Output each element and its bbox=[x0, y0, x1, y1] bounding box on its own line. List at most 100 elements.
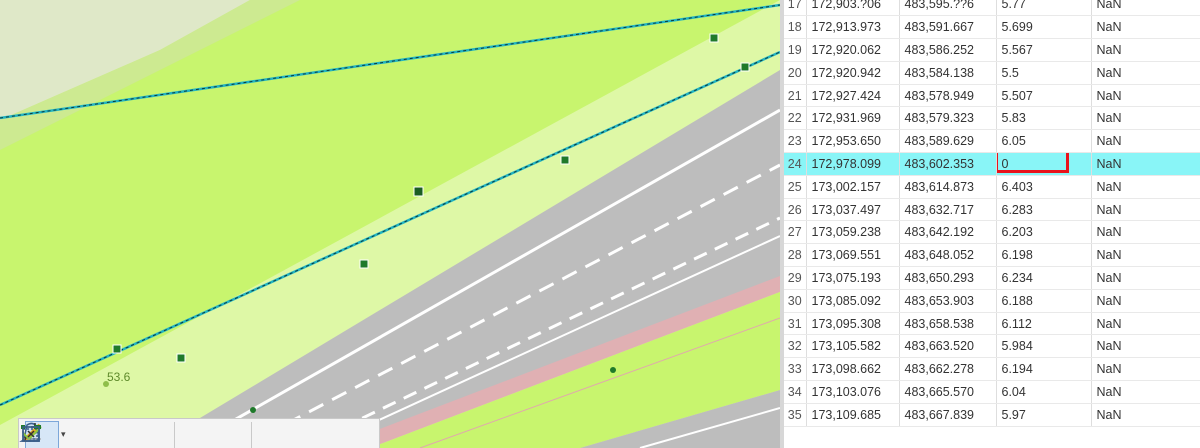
z-cell[interactable]: 5.97 bbox=[996, 403, 1092, 427]
x-cell[interactable]: 173,037.497 bbox=[806, 198, 900, 222]
table-row[interactable]: 23 172,953.650 483,589.629 6.05 NaN bbox=[784, 129, 1200, 154]
x-cell[interactable]: 173,059.238 bbox=[806, 220, 900, 245]
m-cell[interactable]: NaN bbox=[1091, 152, 1200, 176]
check-geometry-button[interactable] bbox=[22, 421, 247, 448]
z-cell-highlighted[interactable]: 0 bbox=[996, 152, 1092, 176]
sketch-pencil-button[interactable] bbox=[22, 421, 170, 448]
x-cell[interactable]: 173,075.193 bbox=[806, 266, 900, 290]
x-cell[interactable]: 173,085.092 bbox=[806, 289, 900, 313]
table-row[interactable]: 19 172,920.062 483,586.252 5.567 NaN bbox=[784, 38, 1200, 62]
table-row[interactable]: 26 173,037.497 483,632.717 6.283 NaN bbox=[784, 198, 1200, 222]
vertex-marker[interactable] bbox=[359, 259, 369, 269]
select-vertices-button[interactable] bbox=[22, 421, 213, 448]
x-cell[interactable]: 172,903.?06 bbox=[806, 0, 900, 17]
z-cell[interactable]: 6.203 bbox=[996, 220, 1092, 245]
x-cell[interactable]: 172,931.969 bbox=[806, 106, 900, 131]
m-cell[interactable]: NaN bbox=[1091, 15, 1200, 40]
x-cell[interactable]: 172,927.424 bbox=[806, 84, 900, 108]
m-cell[interactable]: NaN bbox=[1091, 175, 1200, 199]
x-cell[interactable]: 173,105.582 bbox=[806, 334, 900, 359]
m-cell[interactable]: NaN bbox=[1091, 84, 1200, 108]
z-cell[interactable]: 6.04 bbox=[996, 380, 1092, 404]
clear-sketch-button[interactable] bbox=[22, 421, 324, 448]
z-cell[interactable]: 6.05 bbox=[996, 129, 1092, 154]
m-cell[interactable]: NaN bbox=[1091, 380, 1200, 404]
table-row[interactable]: 27 173,059.238 483,642.192 6.203 NaN bbox=[784, 220, 1200, 245]
z-cell[interactable]: 6.188 bbox=[996, 289, 1092, 313]
table-row[interactable]: 22 172,931.969 483,579.323 5.83 NaN bbox=[784, 106, 1200, 131]
vertex-marker[interactable] bbox=[176, 353, 186, 363]
y-cell[interactable]: 483,602.353 bbox=[899, 152, 997, 176]
z-cell[interactable]: 6.198 bbox=[996, 243, 1092, 268]
y-cell[interactable]: 483,667.839 bbox=[899, 403, 997, 427]
x-cell[interactable]: 172,978.099 bbox=[806, 152, 900, 176]
m-cell[interactable]: NaN bbox=[1091, 266, 1200, 290]
z-cell[interactable]: 5.77 bbox=[996, 0, 1092, 17]
vertex-marker[interactable] bbox=[740, 62, 750, 72]
table-row[interactable]: 34 173,103.076 483,665.570 6.04 NaN bbox=[784, 380, 1200, 404]
z-cell[interactable]: 5.83 bbox=[996, 106, 1092, 131]
vertex-marker[interactable] bbox=[560, 155, 570, 165]
x-cell[interactable]: 173,109.685 bbox=[806, 403, 900, 427]
table-row[interactable]: 20 172,920.942 483,584.138 5.5 NaN bbox=[784, 61, 1200, 85]
x-cell[interactable]: 172,913.973 bbox=[806, 15, 900, 40]
z-cell[interactable]: 6.234 bbox=[996, 266, 1092, 290]
y-cell[interactable]: 483,591.667 bbox=[899, 15, 997, 40]
y-cell[interactable]: 483,589.629 bbox=[899, 129, 997, 154]
table-row[interactable]: 35 173,109.685 483,667.839 5.97 NaN bbox=[784, 403, 1200, 427]
y-cell[interactable]: 483,658.538 bbox=[899, 312, 997, 336]
y-cell[interactable]: 483,578.949 bbox=[899, 84, 997, 108]
m-cell[interactable]: NaN bbox=[1091, 129, 1200, 154]
m-cell[interactable]: NaN bbox=[1091, 243, 1200, 268]
y-cell[interactable]: 483,650.293 bbox=[899, 266, 997, 290]
table-row[interactable]: 31 173,095.308 483,658.538 6.112 NaN bbox=[784, 312, 1200, 336]
table-row[interactable]: 18 172,913.973 483,591.667 5.699 NaN bbox=[784, 15, 1200, 40]
m-cell[interactable]: NaN bbox=[1091, 0, 1200, 17]
point-marker[interactable] bbox=[250, 407, 256, 413]
vertex-marker-selected[interactable] bbox=[413, 186, 424, 197]
m-cell[interactable]: NaN bbox=[1091, 312, 1200, 336]
y-cell[interactable]: 483,579.323 bbox=[899, 106, 997, 131]
finish-sketch-button[interactable] bbox=[21, 421, 290, 448]
x-cell[interactable]: 172,920.062 bbox=[806, 38, 900, 62]
y-cell[interactable]: 483,665.570 bbox=[899, 380, 997, 404]
m-cell[interactable]: NaN bbox=[1091, 198, 1200, 222]
z-cell[interactable]: 5.984 bbox=[996, 334, 1092, 359]
x-cell[interactable]: 172,953.650 bbox=[806, 129, 900, 154]
x-cell[interactable]: 172,920.942 bbox=[806, 61, 900, 85]
x-cell[interactable]: 173,069.551 bbox=[806, 243, 900, 268]
z-cell[interactable]: 5.699 bbox=[996, 15, 1092, 40]
table-row[interactable]: 30 173,085.092 483,653.903 6.188 NaN bbox=[784, 289, 1200, 313]
z-cell[interactable]: 5.567 bbox=[996, 38, 1092, 62]
table-row[interactable]: 28 173,069.551 483,648.052 6.198 NaN bbox=[784, 243, 1200, 268]
m-cell[interactable]: NaN bbox=[1091, 334, 1200, 359]
m-cell[interactable]: NaN bbox=[1091, 38, 1200, 62]
y-cell[interactable]: 483,662.278 bbox=[899, 357, 997, 382]
y-cell[interactable]: 483,586.252 bbox=[899, 38, 997, 62]
table-row[interactable]: 25 173,002.157 483,614.873 6.403 NaN bbox=[784, 175, 1200, 199]
z-cell[interactable]: 6.283 bbox=[996, 198, 1092, 222]
table-row[interactable]: 29 173,075.193 483,650.293 6.234 NaN bbox=[784, 266, 1200, 290]
m-cell[interactable]: NaN bbox=[1091, 61, 1200, 85]
delete-vertex-button[interactable] bbox=[19, 421, 136, 448]
m-cell[interactable]: NaN bbox=[1091, 106, 1200, 131]
z-cell[interactable]: 6.112 bbox=[996, 312, 1092, 336]
y-cell[interactable]: 483,584.138 bbox=[899, 61, 997, 85]
y-cell[interactable]: 483,595.??6 bbox=[899, 0, 997, 17]
x-cell[interactable]: 173,103.076 bbox=[806, 380, 900, 404]
vertex-marker[interactable] bbox=[112, 344, 122, 354]
table-row[interactable]: 21 172,927.424 483,578.949 5.507 NaN bbox=[784, 84, 1200, 108]
z-cell[interactable]: 5.507 bbox=[996, 84, 1092, 108]
x-cell[interactable]: 173,002.157 bbox=[806, 175, 900, 199]
table-row-partial[interactable]: 17 172,903.?06 483,595.??6 5.77 NaN bbox=[784, 0, 1200, 17]
point-marker[interactable] bbox=[610, 367, 616, 373]
z-cell[interactable]: 6.403 bbox=[996, 175, 1092, 199]
y-cell[interactable]: 483,653.903 bbox=[899, 289, 997, 313]
y-cell[interactable]: 483,614.873 bbox=[899, 175, 997, 199]
add-vertex-button[interactable] bbox=[19, 421, 102, 448]
y-cell[interactable]: 483,642.192 bbox=[899, 220, 997, 245]
table-row[interactable]: 32 173,105.582 483,663.520 5.984 NaN bbox=[784, 334, 1200, 359]
z-cell[interactable]: 6.194 bbox=[996, 357, 1092, 382]
x-cell[interactable]: 173,098.662 bbox=[806, 357, 900, 382]
m-cell[interactable]: NaN bbox=[1091, 357, 1200, 382]
